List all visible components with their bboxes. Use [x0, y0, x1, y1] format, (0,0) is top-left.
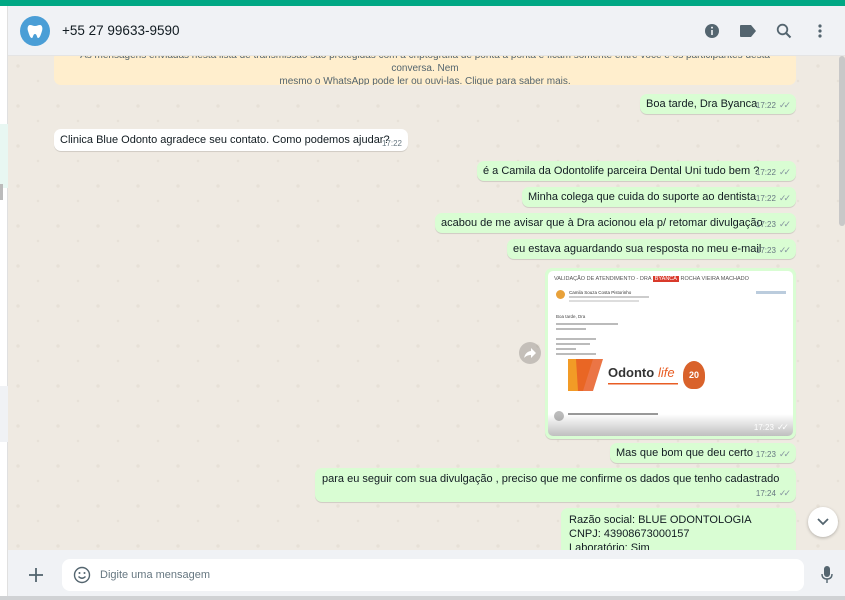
delivered-ticks-icon: ✓✓	[778, 100, 791, 110]
message-text: Boa tarde, Dra Byanca	[646, 98, 758, 110]
message-bubble[interactable]: Mas que bom que deu certo 17:23 ✓✓	[610, 443, 796, 463]
info-icon[interactable]	[701, 20, 723, 42]
selected-chat-highlight	[0, 124, 8, 188]
email-screenshot-image[interactable]: VALIDAÇÃO DE ATENDIMENTO - DRA BYANCA RO…	[548, 271, 793, 436]
delivered-ticks-icon: ✓✓	[778, 219, 791, 229]
email-text-line	[556, 343, 590, 345]
message-line: CNPJ: 43908673000157	[569, 528, 690, 540]
message-bubble[interactable]: Clinica Blue Odonto agradece seu contato…	[54, 129, 408, 151]
sender-avatar	[556, 290, 565, 299]
message-text: Minha colega que cuida do suporte ao den…	[528, 191, 757, 203]
menu-icon[interactable]	[809, 20, 831, 42]
microphone-icon[interactable]	[816, 564, 838, 586]
chevron-down-icon	[817, 518, 829, 526]
chat-list-scrollbar[interactable]	[0, 184, 3, 200]
message-line: Laboratório: Sim	[569, 542, 650, 550]
message-time: 17:24	[755, 489, 776, 498]
label-icon[interactable]	[737, 20, 759, 42]
chat-list-item-edge	[0, 386, 8, 442]
message-time: 17:22	[755, 168, 776, 177]
delivered-ticks-icon: ✓✓	[778, 488, 791, 498]
encryption-notice[interactable]: As mensagens enviadas nesta lista de tra…	[54, 56, 796, 85]
message-text: acabou de me avisar que à Dra acionou el…	[441, 217, 763, 229]
message-bubble[interactable]: eu estava aguardando sua resposta no meu…	[507, 239, 796, 259]
email-text-line	[556, 328, 586, 330]
message-list-scrollbar[interactable]	[839, 56, 845, 226]
forward-icon[interactable]	[519, 342, 541, 364]
delivered-ticks-icon: ✓✓	[776, 422, 789, 432]
message-text: eu estava aguardando sua resposta no meu…	[513, 243, 762, 255]
contact-name[interactable]: +55 27 99633-9590	[62, 23, 687, 38]
search-icon[interactable]	[773, 20, 795, 42]
message-time: 17:23	[753, 423, 774, 432]
delivered-ticks-icon: ✓✓	[778, 167, 791, 177]
message-time: 17:23	[755, 450, 776, 459]
message-line: Razão social: BLUE ODONTOLOGIA	[569, 514, 752, 526]
message-time: 17:23	[755, 220, 776, 229]
message-time: 17:22	[755, 101, 776, 110]
delivered-ticks-icon: ✓✓	[778, 245, 791, 255]
message-bubble[interactable]: acabou de me avisar que à Dra acionou el…	[435, 213, 796, 233]
avatar[interactable]	[20, 15, 50, 46]
message-time: 17:23	[755, 246, 776, 255]
chat-list-pane-edge	[0, 6, 8, 600]
email-meta-line	[569, 296, 649, 298]
attach-plus-icon[interactable]	[24, 563, 48, 587]
email-greeting: Boa tarde, Dra	[556, 314, 586, 319]
delivered-ticks-icon: ✓✓	[778, 449, 791, 459]
image-message[interactable]: VALIDAÇÃO DE ATENDIMENTO - DRA BYANCA RO…	[545, 268, 796, 439]
message-bubble[interactable]: Razão social: BLUE ODONTOLOGIA CNPJ: 439…	[561, 508, 796, 550]
email-text-line	[556, 323, 618, 325]
message-time: 17:22	[755, 194, 776, 203]
email-subject: VALIDAÇÃO DE ATENDIMENTO - DRA BYANCA RO…	[554, 276, 749, 282]
window-bottom-edge	[0, 596, 845, 600]
composer-bar	[8, 550, 845, 600]
email-meta-line	[569, 300, 639, 302]
conversation-panel: +55 27 99633-9590 As mensagens enviadas …	[8, 6, 845, 600]
message-time: 17:22	[381, 139, 402, 148]
message-text: para eu seguir com sua divulgação , prec…	[322, 473, 780, 485]
email-text-line	[556, 338, 596, 340]
delivered-ticks-icon: ✓✓	[778, 193, 791, 203]
message-bubble[interactable]: Minha colega que cuida do suporte ao den…	[522, 187, 796, 207]
message-bubble[interactable]: para eu seguir com sua divulgação , prec…	[315, 468, 796, 502]
anniversary-seal: 20	[683, 361, 705, 389]
conversation-header[interactable]: +55 27 99633-9590	[8, 6, 845, 56]
email-action-link	[756, 291, 786, 294]
message-input[interactable]	[100, 569, 780, 581]
email-sender: Camila Souza Costa Pistorinho	[569, 290, 632, 295]
scroll-to-bottom-button[interactable]	[808, 507, 838, 537]
message-text: é a Camila da Odontolife parceira Dental…	[483, 165, 760, 177]
svg-text:life: life	[658, 365, 675, 380]
message-text: Mas que bom que deu certo	[616, 447, 753, 459]
message-bubble[interactable]: é a Camila da Odontolife parceira Dental…	[477, 161, 796, 181]
tooth-icon	[27, 24, 43, 38]
emoji-icon[interactable]	[72, 565, 92, 585]
email-text-line	[556, 348, 576, 350]
message-bubble[interactable]: Boa tarde, Dra Byanca 17:22 ✓✓	[640, 94, 796, 114]
svg-text:Odonto: Odonto	[608, 365, 654, 380]
message-input-box[interactable]	[62, 559, 804, 591]
email-text-line	[556, 353, 596, 355]
message-text: Clinica Blue Odonto agradece seu contato…	[60, 134, 390, 146]
message-list[interactable]: As mensagens enviadas nesta lista de tra…	[8, 56, 845, 550]
